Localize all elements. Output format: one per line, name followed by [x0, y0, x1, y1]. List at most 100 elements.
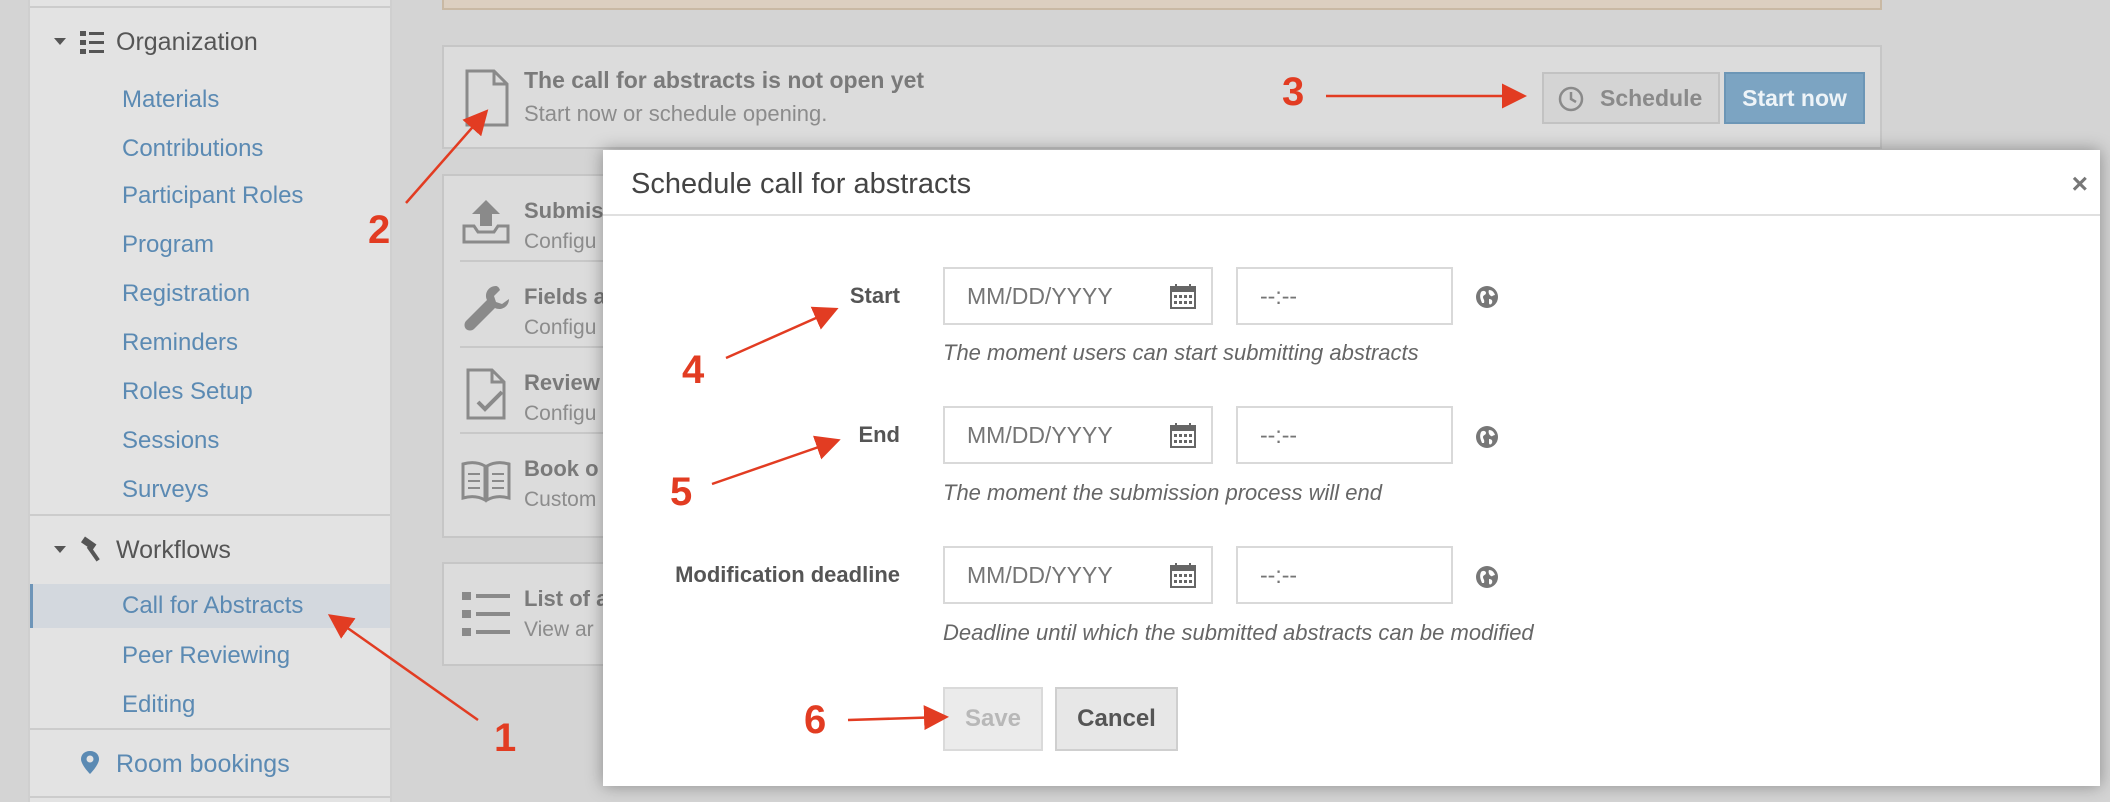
close-icon[interactable]: × — [2072, 168, 2088, 200]
sidebar-item-roles-setup[interactable]: Roles Setup — [30, 370, 390, 414]
modal-title: Schedule call for abstracts — [631, 168, 972, 200]
sidebar-item-label: Registration — [122, 280, 251, 307]
map-pin-icon — [81, 751, 99, 774]
settings-row-title: Fields a — [524, 284, 606, 309]
sidebar-divider — [30, 514, 390, 516]
sidebar-item-label: Editing — [122, 691, 196, 718]
calendar-icon[interactable] — [1169, 421, 1197, 449]
sidebar-item-label: Peer Reviewing — [122, 642, 291, 669]
settings-row-subtitle: Configu — [524, 402, 597, 425]
sidebar-section-label: Workflows — [116, 535, 231, 564]
end-help-text: The moment the submission process will e… — [943, 480, 1382, 505]
sidebar-item-call-for-abstracts[interactable]: Call for Abstracts — [30, 584, 390, 628]
document-icon — [465, 69, 509, 127]
document-check-icon — [466, 368, 506, 420]
sidebar-item-label: Program — [122, 231, 215, 258]
settings-row-reviewing[interactable]: Review Configu — [444, 348, 622, 434]
modification-deadline-time-field[interactable] — [1260, 562, 1420, 589]
sidebar-item-label: Room bookings — [116, 749, 290, 778]
globe-icon[interactable] — [1474, 564, 1500, 590]
sidebar-item-label: Materials — [122, 86, 220, 113]
annotation-number-4: 4 — [682, 348, 705, 392]
settings-row-title: Review — [524, 370, 600, 395]
annotation-number-3: 3 — [1282, 70, 1305, 114]
sidebar-item-room-bookings[interactable]: Room bookings — [30, 736, 390, 792]
sidebar-item-label: Participant Roles — [122, 182, 304, 209]
schedule-button[interactable]: Schedule — [1542, 72, 1720, 124]
top-banner — [442, 0, 1882, 10]
sidebar-section-label: Organization — [116, 27, 258, 56]
sidebar-item-reminders[interactable]: Reminders — [30, 321, 390, 365]
cfa-status-title: The call for abstracts is not open yet — [524, 67, 925, 93]
book-icon — [461, 461, 511, 503]
upload-icon — [462, 200, 510, 244]
modification-deadline-help-text: Deadline until which the submitted abstr… — [943, 620, 1534, 645]
save-button[interactable]: Save — [943, 687, 1043, 751]
start-date-field[interactable] — [967, 283, 1137, 310]
start-date-input[interactable] — [943, 267, 1213, 325]
start-help-text: The moment users can start submitting ab… — [943, 340, 1419, 365]
sidebar-divider — [30, 728, 390, 730]
schedule-modal: Schedule call for abstracts × Start The … — [603, 150, 2100, 786]
sidebar-item-registration[interactable]: Registration — [30, 272, 390, 316]
globe-icon[interactable] — [1474, 284, 1500, 310]
hammer-icon — [80, 536, 100, 562]
annotation-number-2: 2 — [368, 208, 391, 252]
modal-divider — [603, 214, 2100, 216]
list-row-subtitle: View ar — [524, 618, 594, 641]
sidebar-item-participant-roles[interactable]: Participant Roles — [30, 174, 390, 218]
sidebar-item-sessions[interactable]: Sessions — [30, 419, 390, 463]
settings-row-subtitle: Configu — [524, 230, 597, 253]
clock-icon — [1558, 86, 1584, 112]
sidebar-item-materials[interactable]: Materials — [30, 78, 390, 122]
list-icon — [462, 592, 510, 636]
schedule-button-label: Schedule — [1600, 84, 1703, 111]
sidebar-item-editing[interactable]: Editing — [30, 683, 390, 727]
sidebar-section-organization[interactable]: Organization — [30, 14, 390, 70]
end-label: End — [858, 422, 900, 447]
sidebar-item-label: Roles Setup — [122, 378, 253, 405]
end-time-field[interactable] — [1260, 422, 1420, 449]
globe-icon[interactable] — [1474, 424, 1500, 450]
annotation-number-1: 1 — [494, 716, 517, 760]
start-time-input[interactable] — [1236, 267, 1453, 325]
start-time-field[interactable] — [1260, 283, 1420, 310]
calendar-icon[interactable] — [1169, 561, 1197, 589]
end-time-input[interactable] — [1236, 406, 1453, 464]
wrench-icon — [464, 286, 509, 331]
sidebar-section-workflows[interactable]: Workflows — [30, 522, 390, 578]
start-label: Start — [849, 283, 900, 308]
sidebar-divider — [30, 796, 390, 798]
list-of-abstracts-box[interactable]: List of a View ar — [442, 562, 622, 666]
cfa-status-box: The call for abstracts is not open yet S… — [442, 45, 1882, 149]
sidebar-item-program[interactable]: Program — [30, 223, 390, 267]
cancel-button[interactable]: Cancel — [1055, 687, 1178, 751]
settings-row-submission[interactable]: Submis Configu — [444, 176, 622, 262]
settings-row-subtitle: Configu — [524, 316, 597, 339]
modification-deadline-time-input[interactable] — [1236, 546, 1453, 604]
settings-list: Submis Configu Fields a Configu Review C… — [442, 174, 622, 538]
sidebar-item-peer-reviewing[interactable]: Peer Reviewing — [30, 634, 390, 678]
sidebar-item-label: Contributions — [122, 135, 264, 162]
settings-row-title: Submis — [524, 198, 604, 223]
sidebar-divider — [30, 6, 390, 8]
annotation-number-6: 6 — [804, 698, 827, 742]
end-date-input[interactable] — [943, 406, 1213, 464]
sidebar-item-label: Call for Abstracts — [122, 592, 304, 619]
settings-row-title: Book o — [524, 456, 599, 481]
end-date-field[interactable] — [967, 422, 1137, 449]
settings-row-subtitle: Custom — [524, 488, 597, 511]
sidebar-item-label: Surveys — [122, 476, 209, 503]
sidebar-item-surveys[interactable]: Surveys — [30, 468, 390, 512]
modification-deadline-date-input[interactable] — [943, 546, 1213, 604]
sidebar-item-contributions[interactable]: Contributions — [30, 127, 390, 171]
modification-deadline-date-field[interactable] — [967, 562, 1137, 589]
list-icon — [80, 31, 104, 54]
sidebar-item-label: Sessions — [122, 427, 220, 454]
settings-row-book-of-abstracts[interactable]: Book o Custom — [444, 434, 622, 520]
caret-down-icon — [54, 546, 66, 553]
calendar-icon[interactable] — [1169, 282, 1197, 310]
sidebar: Organization Materials Contributions Par… — [28, 0, 392, 802]
settings-row-fields[interactable]: Fields a Configu — [444, 262, 622, 348]
start-now-button[interactable]: Start now — [1724, 72, 1865, 124]
